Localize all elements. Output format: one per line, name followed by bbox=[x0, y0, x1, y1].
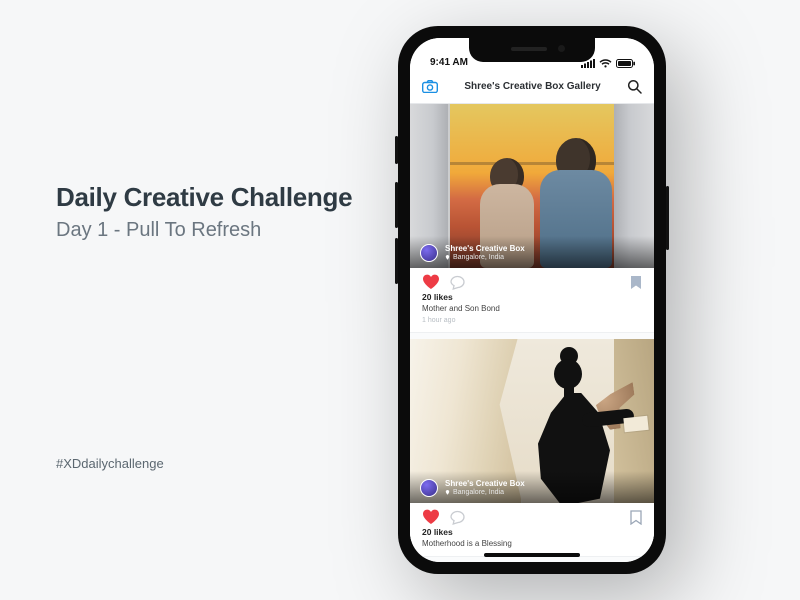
like-count[interactable]: 20 likes bbox=[422, 292, 642, 302]
page-headline: Daily Creative Challenge bbox=[56, 182, 352, 213]
avatar[interactable] bbox=[420, 479, 438, 497]
bookmark-icon[interactable] bbox=[630, 275, 642, 290]
post-image[interactable]: Shree's Creative Box Bangalore, India bbox=[410, 104, 654, 268]
comment-icon[interactable] bbox=[450, 275, 466, 290]
home-indicator[interactable] bbox=[484, 553, 580, 557]
like-icon[interactable] bbox=[422, 274, 440, 290]
post-author-overlay[interactable]: Shree's Creative Box Bangalore, India bbox=[410, 236, 654, 268]
author-name: Shree's Creative Box bbox=[445, 480, 525, 489]
author-location: Bangalore, India bbox=[445, 254, 525, 262]
avatar[interactable] bbox=[420, 244, 438, 262]
app-title: Shree's Creative Box Gallery bbox=[464, 81, 600, 92]
post-image[interactable]: Shree's Creative Box Bangalore, India bbox=[410, 339, 654, 503]
page-subline: Day 1 - Pull To Refresh bbox=[56, 219, 352, 242]
post-author-overlay[interactable]: Shree's Creative Box Bangalore, India bbox=[410, 471, 654, 503]
search-icon[interactable] bbox=[627, 79, 642, 94]
post-timestamp: 1 hour ago bbox=[422, 317, 642, 324]
location-pin-icon bbox=[445, 255, 450, 260]
feed[interactable]: Shree's Creative Box Bangalore, India bbox=[410, 104, 654, 562]
comment-icon[interactable] bbox=[450, 510, 466, 525]
author-name: Shree's Creative Box bbox=[445, 245, 525, 254]
author-location: Bangalore, India bbox=[445, 489, 525, 497]
post-caption: Mother and Son Bond bbox=[422, 304, 642, 313]
notch bbox=[469, 38, 595, 62]
power-button bbox=[666, 186, 669, 250]
post-card: Shree's Creative Box Bangalore, India bbox=[410, 104, 654, 333]
camera-icon[interactable] bbox=[422, 80, 438, 93]
post-card: Shree's Creative Box Bangalore, India bbox=[410, 339, 654, 557]
hashtag: #XDdailychallenge bbox=[56, 456, 164, 471]
like-icon[interactable] bbox=[422, 509, 440, 525]
post-caption: Motherhood is a Blessing bbox=[422, 539, 642, 548]
like-count[interactable]: 20 likes bbox=[422, 527, 642, 537]
phone-screen[interactable]: 9:41 AM Shree's Creative bbox=[410, 38, 654, 562]
location-pin-icon bbox=[445, 490, 450, 495]
battery-icon bbox=[616, 59, 636, 68]
status-time: 9:41 AM bbox=[430, 57, 468, 68]
wifi-icon bbox=[599, 59, 612, 68]
phone-mockup: 9:41 AM Shree's Creative bbox=[398, 26, 666, 574]
app-header: Shree's Creative Box Gallery bbox=[410, 70, 654, 104]
bookmark-icon[interactable] bbox=[630, 510, 642, 525]
